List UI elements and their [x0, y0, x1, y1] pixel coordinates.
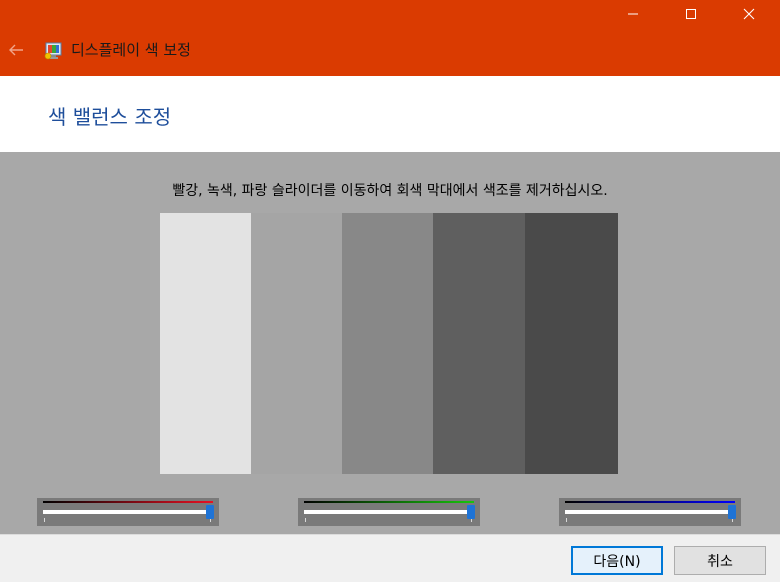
blue-slider-thumb[interactable] [728, 505, 736, 519]
gray-bar-3 [342, 213, 433, 474]
red-slider-color-strip [43, 501, 213, 503]
back-arrow-icon [9, 44, 23, 56]
close-icon [743, 8, 755, 20]
instruction-text: 빨강, 녹색, 파랑 슬라이더를 이동하여 회색 막대에서 색조를 제거하십시오… [172, 183, 608, 199]
maximize-button[interactable] [662, 0, 720, 28]
green-slider-tick-min [305, 518, 306, 522]
blue-slider-track [565, 510, 735, 514]
page-header: 색 밸런스 조정 [0, 76, 780, 152]
page-title: 색 밸런스 조정 [48, 105, 172, 129]
gray-bar-5 [525, 213, 618, 474]
minimize-icon [628, 13, 638, 15]
green-slider-color-strip [304, 501, 474, 503]
blue-slider[interactable] [559, 498, 741, 526]
blue-slider-color-strip [565, 501, 735, 503]
close-button[interactable] [720, 0, 778, 28]
green-slider-thumb[interactable] [467, 505, 475, 519]
red-slider[interactable] [37, 498, 219, 526]
maximize-icon [686, 9, 696, 19]
red-slider-tick-min [44, 518, 45, 522]
display-color-icon [44, 42, 62, 60]
back-button[interactable] [4, 36, 28, 64]
gray-bar-4 [433, 213, 525, 474]
red-slider-thumb[interactable] [206, 505, 214, 519]
next-button[interactable]: 다음(N) [571, 546, 663, 575]
color-balance-panel: 빨강, 녹색, 파랑 슬라이더를 이동하여 회색 막대에서 색조를 제거하십시오… [0, 152, 780, 534]
gray-bar-1 [160, 213, 251, 474]
minimize-button[interactable] [604, 0, 662, 28]
gray-bars [160, 213, 618, 474]
red-slider-track [43, 510, 213, 514]
gray-bar-2 [251, 213, 342, 474]
green-slider[interactable] [298, 498, 480, 526]
green-slider-track [304, 510, 474, 514]
footer: 다음(N) 취소 [0, 534, 780, 582]
window-title: 디스플레이 색 보정 [71, 41, 191, 59]
title-bar: 디스플레이 색 보정 [0, 0, 780, 76]
blue-slider-tick-min [566, 518, 567, 522]
cancel-button[interactable]: 취소 [674, 546, 766, 575]
